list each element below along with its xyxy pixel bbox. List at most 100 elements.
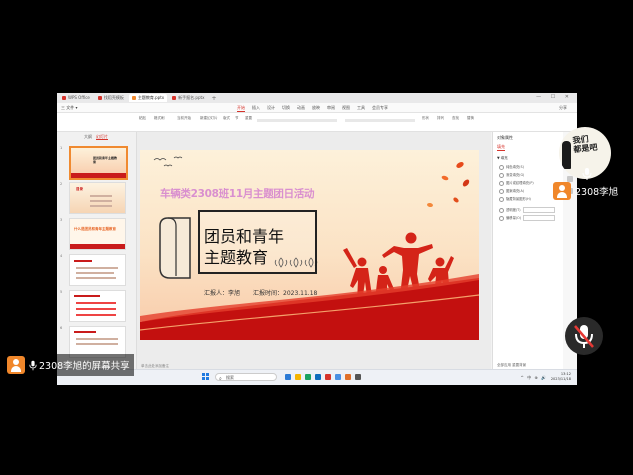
user-avatar-icon <box>553 182 571 200</box>
menu-item-member[interactable]: 会员专享 <box>372 105 388 112</box>
shared-screen: WPS Office 找稻壳模板 主题教育.pptx 新手报名.pptx + —… <box>57 93 577 384</box>
menu-item-slideshow[interactable]: 放映 <box>312 105 320 112</box>
wps-taskbar-icon[interactable] <box>325 374 331 380</box>
silhouette-figure <box>562 141 571 169</box>
tab-templates[interactable]: 找稻壳模板 <box>95 94 127 102</box>
bird-icon <box>163 164 173 167</box>
share-button[interactable]: 分享 <box>559 105 567 111</box>
slide-thumbnail-3[interactable]: 什么是团员和青年主题教育 <box>69 218 126 250</box>
current-slide[interactable]: 车辆类2308班11月主题团日活动 团员和青年 主题教育 汇报人：李旭 汇报时间… <box>140 150 479 340</box>
apply-all-reset[interactable]: 全部应用 重置背景 <box>497 363 526 368</box>
app-icon[interactable] <box>355 374 361 380</box>
bird-icon <box>173 156 183 159</box>
find-button[interactable]: 查找 <box>452 116 459 121</box>
slide-thumbnail-4[interactable] <box>69 254 126 286</box>
screen-share-label: 2308李旭的屏幕共享 <box>7 354 134 376</box>
fill-option-gradient[interactable]: 渐变填充(G) <box>499 172 524 178</box>
thumb-line <box>90 200 112 202</box>
thumb-line <box>74 260 92 262</box>
participant-badge[interactable]: 2308李旭 <box>553 181 618 201</box>
window-controls[interactable]: — ☐ ✕ <box>536 94 573 100</box>
hide-background-option[interactable]: 隐藏背景图形(H) <box>499 196 531 202</box>
taskbar-clock[interactable]: 13:12 2023/11/18 <box>551 372 571 381</box>
tab-theme-education[interactable]: 主题教育.pptx <box>128 94 168 102</box>
reset-button[interactable]: 重置 <box>245 116 252 121</box>
slide-reporter[interactable]: 汇报人：李旭 <box>204 288 240 297</box>
transparency-input[interactable] <box>523 207 555 213</box>
thumb-stripe <box>71 173 126 178</box>
leaf-icon <box>453 197 459 203</box>
microphone-icon <box>582 168 592 180</box>
slide-thumbnail-5[interactable] <box>69 290 126 322</box>
menu-item-view[interactable]: 视图 <box>342 105 350 112</box>
slides-tab[interactable]: 幻灯片 <box>96 134 108 140</box>
slide-title-line2[interactable]: 主题教育 <box>204 244 268 268</box>
slide-thumbnail-pane: 大纲 幻灯片 1 团员和青年主题教育 2 目录 3 什么是团员和青年主题教育 4 … <box>57 132 137 372</box>
layout-button[interactable]: 版式 <box>223 116 230 121</box>
thumb-number: 3 <box>60 218 63 222</box>
section-button[interactable]: 节 <box>235 116 239 121</box>
fill-option-picture[interactable]: 图片或纹理填充(P) <box>499 180 534 186</box>
font-controls[interactable] <box>257 119 337 122</box>
new-slide-button[interactable]: 新建幻灯片 <box>200 116 218 121</box>
menu-item-review[interactable]: 审阅 <box>327 105 335 112</box>
slide-canvas[interactable]: 车辆类2308班11月主题团日活动 团员和青年 主题教育 汇报人：李旭 汇报时间… <box>137 132 491 372</box>
menu-item-home[interactable]: 开始 <box>237 105 245 112</box>
explorer-icon[interactable] <box>295 374 301 380</box>
scroll-icon <box>159 217 191 279</box>
start-current-button[interactable]: 当前开始 <box>177 116 191 121</box>
slide-subtitle[interactable]: 车辆类2308班11月主题团日活动 <box>160 186 315 201</box>
sticker-text: 我们 都是吧 <box>572 134 598 155</box>
store-icon[interactable] <box>315 374 321 380</box>
app-icon[interactable] <box>345 374 351 380</box>
pptx-icon <box>131 96 136 100</box>
offset-label: 偏移量(O) <box>499 215 521 221</box>
menu-item-animation[interactable]: 动画 <box>297 105 305 112</box>
thumb-pane-header: 大纲 幻灯片 <box>84 134 108 140</box>
tab-wps-office[interactable]: WPS Office <box>59 94 93 102</box>
shape-button[interactable]: 形状 <box>422 116 429 121</box>
fill-option-pattern[interactable]: 图案填充(A) <box>499 188 524 194</box>
mic-muted-icon <box>574 325 594 348</box>
fill-section-header[interactable]: ▼ 填充 <box>497 156 508 161</box>
thumb-number: 2 <box>60 182 63 186</box>
menu-item-tools[interactable]: 工具 <box>357 105 365 112</box>
windows-taskbar: ⌕ 搜索 ^ 中 ⊕ 🔊 13:12 2023/11/18 <box>57 369 577 385</box>
menu-item-insert[interactable]: 插入 <box>252 105 260 112</box>
template-icon <box>97 96 102 100</box>
outline-tab[interactable]: 大纲 <box>84 134 92 139</box>
fill-option-solid[interactable]: 纯色填充(S) <box>499 164 524 170</box>
task-view-icon[interactable] <box>285 374 291 380</box>
arrange-button[interactable]: 排列 <box>437 116 444 121</box>
menu-item-transition[interactable]: 切换 <box>282 105 290 112</box>
slide-report-time[interactable]: 汇报时间：2023.11.18 <box>253 288 317 297</box>
ribbon-toolbar: 粘贴 格式刷 当前开始 新建幻灯片 版式 节 重置 形状 排列 查找 替换 <box>57 113 577 132</box>
thumb-line <box>74 331 96 333</box>
paste-button[interactable]: 粘贴 <box>139 116 146 121</box>
thumb-line <box>76 314 116 316</box>
edge-icon[interactable] <box>305 374 311 380</box>
windows-start-icon[interactable] <box>202 373 209 380</box>
menu-item-design[interactable]: 设计 <box>267 105 275 112</box>
thumb-line <box>74 295 100 297</box>
replace-button[interactable]: 替换 <box>467 116 474 121</box>
file-menu[interactable]: 三 文件 ▾ <box>61 105 78 111</box>
slide-thumbnail-1[interactable]: 团员和青年主题教育 <box>69 146 128 180</box>
leaf-icon <box>462 179 470 187</box>
system-tray[interactable]: ^ 中 ⊕ 🔊 <box>521 375 548 381</box>
taskbar-search[interactable]: ⌕ 搜索 <box>215 373 277 382</box>
bird-icon <box>153 158 167 161</box>
thumb-line <box>76 343 118 345</box>
offset-input[interactable] <box>523 215 555 221</box>
microphone-icon <box>29 360 37 370</box>
tab-newbie[interactable]: 新手报名.pptx <box>169 94 207 102</box>
slide-thumbnail-2[interactable]: 目录 <box>69 182 126 214</box>
new-tab-plus-icon[interactable]: + <box>211 95 216 102</box>
thumb-line <box>90 205 112 207</box>
format-painter-button[interactable]: 格式刷 <box>154 116 165 121</box>
meeting-app-icon[interactable] <box>335 374 341 380</box>
tab-fill[interactable]: 填充 <box>497 144 505 151</box>
mute-microphone-button[interactable] <box>565 317 603 355</box>
thumb-stripe <box>70 244 125 249</box>
paragraph-controls[interactable] <box>345 119 415 122</box>
